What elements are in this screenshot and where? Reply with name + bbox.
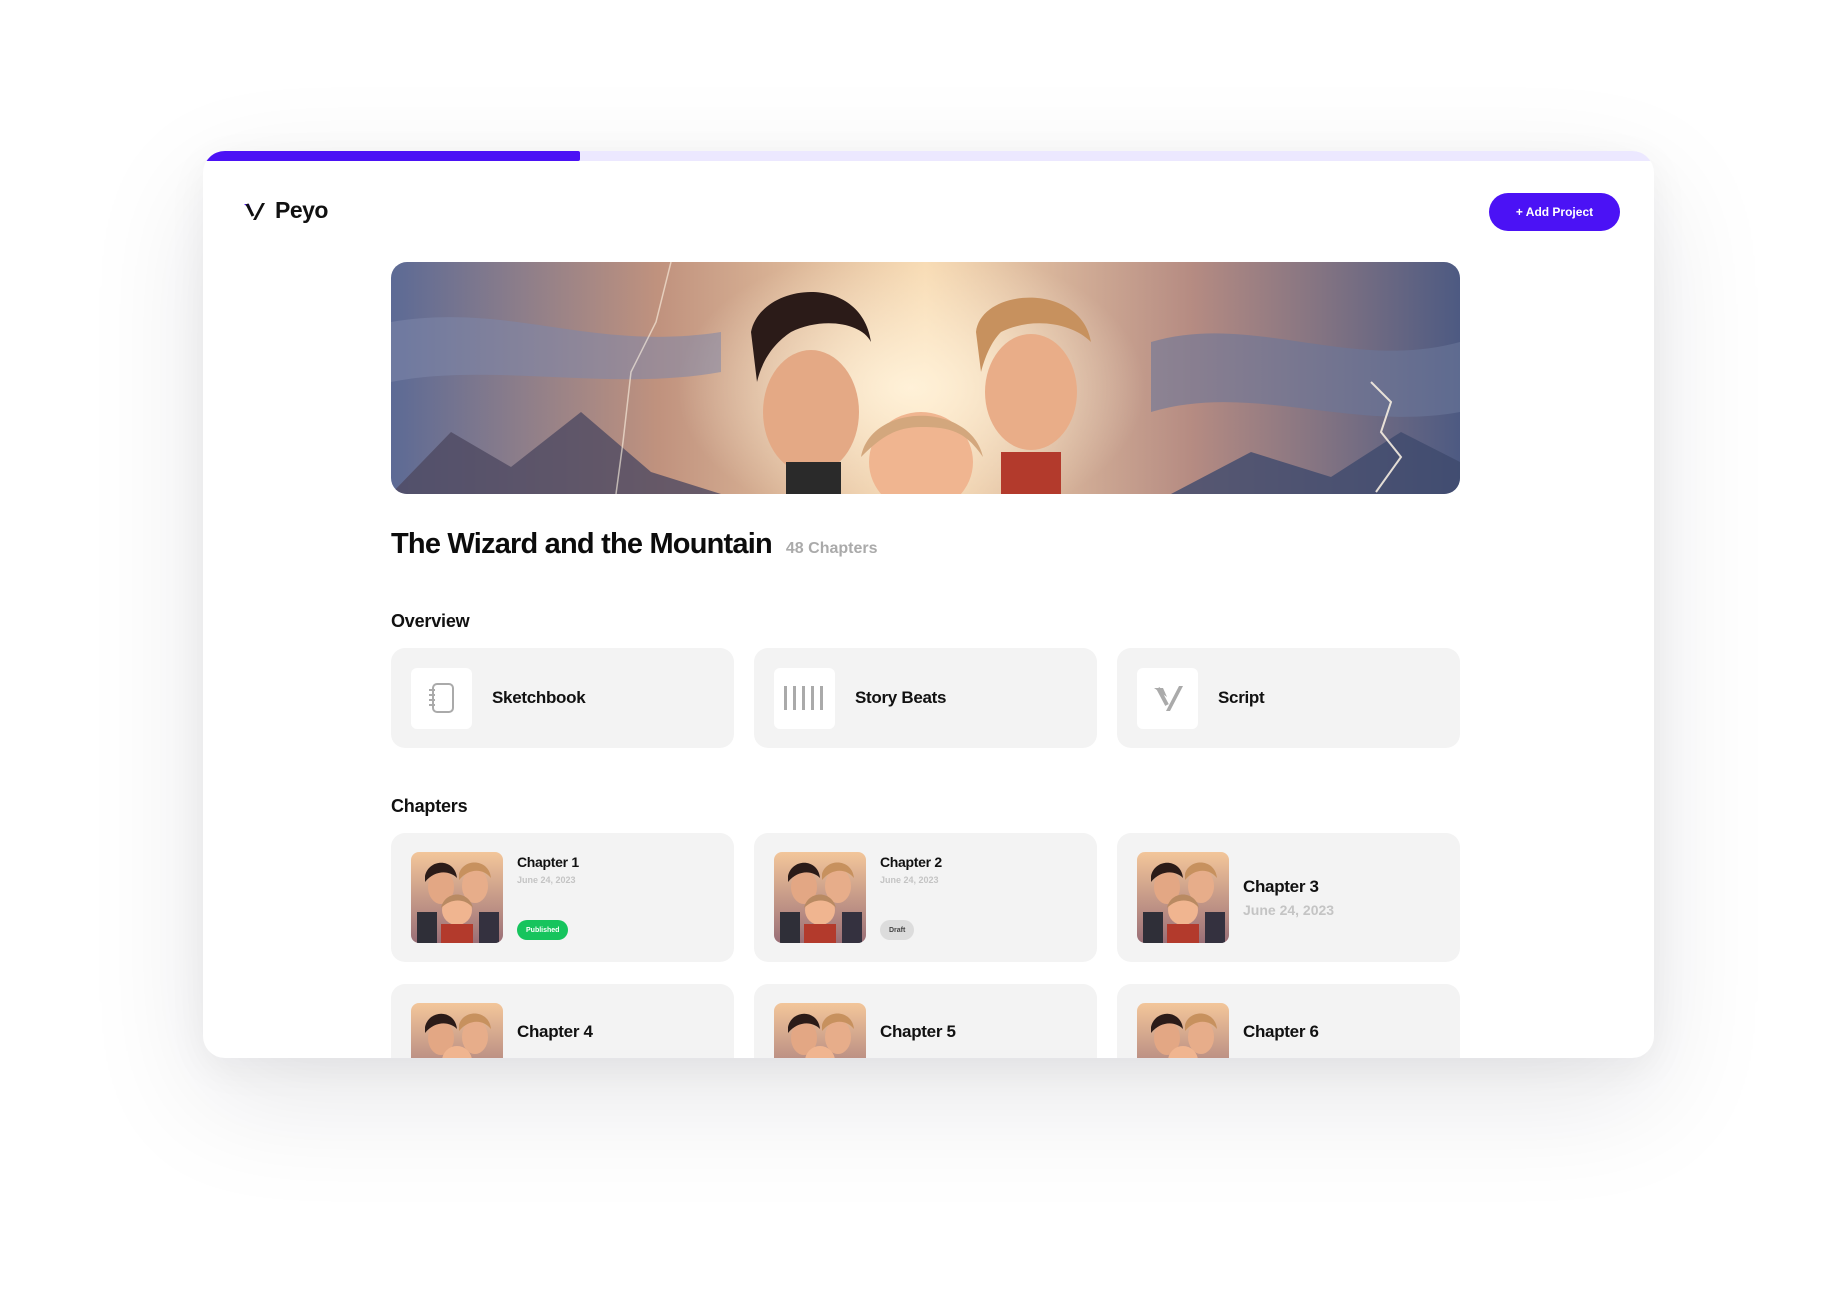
sketchbook-icon-box [411, 667, 472, 729]
project-header: The Wizard and the Mountain 48 Chapters [391, 528, 1460, 561]
script-icon-box [1137, 667, 1198, 729]
overview-card-script[interactable]: Script [1117, 648, 1460, 748]
chapter-thumbnail [1137, 852, 1229, 943]
progress-fill [203, 151, 581, 161]
chapter-title: Chapter 3 [1243, 877, 1319, 896]
page-background: Peyo + Add Project The Wizard and the Mo… [0, 0, 1840, 1300]
chapter-title: Chapter 1 [517, 854, 579, 870]
chapter-card[interactable]: Chapter 5 [754, 984, 1097, 1058]
chapter-card[interactable]: Chapter 2 June 24, 2023 Draft [754, 833, 1097, 962]
chapter-card[interactable]: Chapter 6 [1117, 984, 1460, 1058]
app-logo[interactable]: Peyo [243, 197, 328, 224]
progress-bar [203, 151, 1654, 161]
app-name: Peyo [275, 197, 328, 223]
chapter-date: June 24, 2023 [517, 875, 576, 885]
overview-card-story-beats[interactable]: Story Beats [754, 648, 1097, 748]
chapters-grid: Chapter 1 June 24, 2023 Published Chapte… [391, 833, 1460, 1058]
chapter-count: 48 Chapters [785, 540, 878, 557]
overview-label: Script [1218, 688, 1265, 707]
chapter-title: Chapter 4 [517, 1022, 593, 1041]
chapter-date: June 24, 2023 [880, 875, 939, 885]
chapter-thumbnail [411, 1003, 503, 1058]
chapter-card[interactable]: Chapter 3 June 24, 2023 [1117, 833, 1460, 962]
hero-banner-image [391, 262, 1460, 494]
chapter-date: June 24, 2023 [1243, 902, 1335, 918]
status-badge: Draft [880, 920, 915, 940]
overview-heading: Overview [391, 611, 470, 631]
story-beats-icon [783, 686, 823, 710]
peyo-logo-icon [244, 202, 265, 220]
chapter-thumbnail [774, 1003, 866, 1058]
chapter-thumbnail [1137, 1003, 1229, 1058]
chapters-heading: Chapters [391, 796, 468, 816]
main-content: The Wizard and the Mountain 48 Chapters … [391, 262, 1460, 1058]
project-title: The Wizard and the Mountain [391, 528, 773, 560]
chapter-title: Chapter 2 [880, 854, 942, 870]
overview-grid: Sketchbook Story Beats Script [391, 648, 1460, 748]
chapter-thumbnail [411, 852, 503, 943]
chapter-title: Chapter 6 [1243, 1022, 1319, 1041]
script-icon [1153, 686, 1183, 711]
chapter-card[interactable]: Chapter 4 [391, 984, 734, 1058]
app-window: Peyo + Add Project The Wizard and the Mo… [203, 151, 1654, 1058]
chapter-title: Chapter 5 [880, 1022, 956, 1041]
chapter-thumbnail [774, 852, 866, 943]
notebook-icon [428, 683, 454, 713]
overview-label: Sketchbook [492, 688, 586, 707]
overview-card-sketchbook[interactable]: Sketchbook [391, 648, 734, 748]
status-badge: Published [517, 920, 569, 940]
story-beats-icon-box [774, 667, 835, 729]
chapter-card[interactable]: Chapter 1 June 24, 2023 Published [391, 833, 734, 962]
overview-label: Story Beats [855, 688, 947, 707]
add-project-button[interactable]: + Add Project [1489, 193, 1620, 231]
